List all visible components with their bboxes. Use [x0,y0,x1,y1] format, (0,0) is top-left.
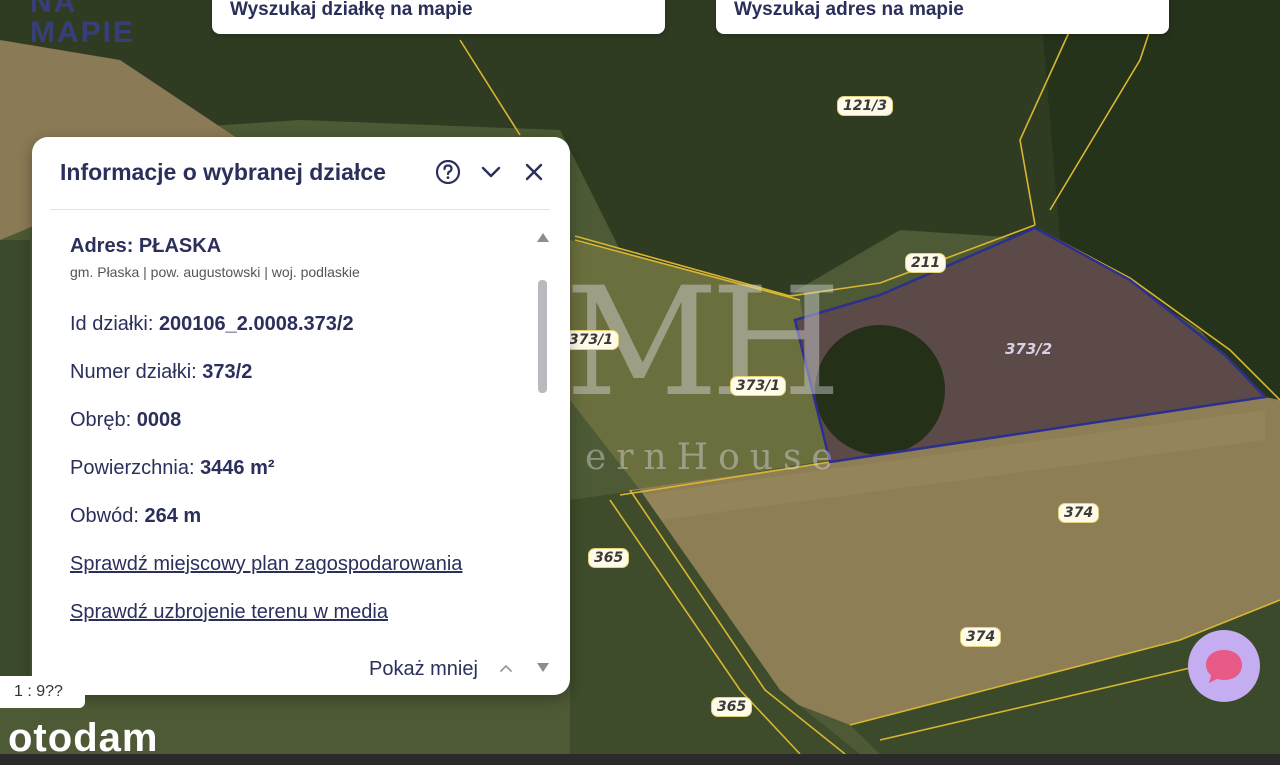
panel-divider [50,209,550,210]
field-value: 0008 [136,409,182,431]
field-parcel-number: Numer działki: 373/2 [70,359,252,385]
scroll-up-arrow[interactable] [537,233,549,242]
field-value: 3446 m² [200,457,275,479]
search-parcel-input[interactable]: Wyszukaj działkę na mapie [212,0,665,34]
watermark-text: ernHouse [585,437,843,478]
panel-header: Informacje o wybranej działce [60,157,550,187]
field-label: Powierzchnia: [70,457,201,479]
chat-icon [1206,650,1242,683]
scroll-down-arrow[interactable] [537,663,549,672]
parcel-address-detail: gm. Płaska | pow. augustowski | woj. pod… [70,264,360,280]
field-value: 373/2 [202,361,253,383]
search-address-label: Wyszukaj adres na mapie [734,0,964,20]
parcel-label[interactable]: 373/1 [730,376,787,396]
parcel-label-selected[interactable]: 373/2 [1000,340,1057,358]
field-label: Obwód: [70,505,145,527]
chevron-down-icon[interactable] [478,159,504,185]
field-label: Id działki: [70,313,159,335]
field-precinct: Obręb: 0008 [70,407,181,433]
field-label: Numer działki: [70,361,203,383]
field-perimeter: Obwód: 264 m [70,503,201,529]
field-parcel-id: Id działki: 200106_2.0008.373/2 [70,311,354,337]
parcel-label[interactable]: 374 [1058,503,1100,523]
parcel-label[interactable]: 374 [960,627,1002,647]
utilities-link[interactable]: Sprawdź uzbrojenie terenu w media [70,599,388,625]
zoning-plan-link[interactable]: Sprawdź miejscowy plan zagospodarowania [70,551,462,577]
logo-line-2: MAPIE [30,16,136,49]
parcel-label[interactable]: 365 [711,697,753,717]
panel-content: Adres: PŁASKA gm. Płaska | pow. augustow… [70,233,530,623]
scrollbar-thumb[interactable] [538,280,547,393]
parcel-label[interactable]: 211 [905,253,947,273]
field-value: 264 m [144,505,202,527]
show-less-button[interactable]: Pokaż mniej [369,656,478,682]
help-icon[interactable] [435,159,461,185]
parcel-label[interactable]: 373/1 [563,330,620,350]
close-icon[interactable] [521,159,547,185]
parcel-label[interactable]: 365 [588,548,630,568]
field-value: 200106_2.0008.373/2 [158,313,354,335]
parcel-address: Adres: PŁASKA [70,235,222,257]
parcel-info-panel: Informacje o wybranej działce Adres: PŁA… [32,137,570,695]
bottom-bar [0,754,1280,765]
search-address-input[interactable]: Wyszukaj adres na mapie [716,0,1169,34]
parcel-label[interactable]: 121/3 [837,96,894,116]
na-mapie-logo[interactable]: NA MAPIE [30,0,135,48]
field-area: Powierzchnia: 3446 m² [70,455,275,481]
field-label: Obręb: [70,409,137,431]
map-scale: 1 : 9?? [0,676,85,708]
panel-title: Informacje o wybranej działce [60,159,386,185]
chat-button[interactable] [1188,630,1260,702]
search-parcel-label: Wyszukaj działkę na mapie [230,0,473,20]
chevron-up-icon[interactable] [499,663,513,673]
